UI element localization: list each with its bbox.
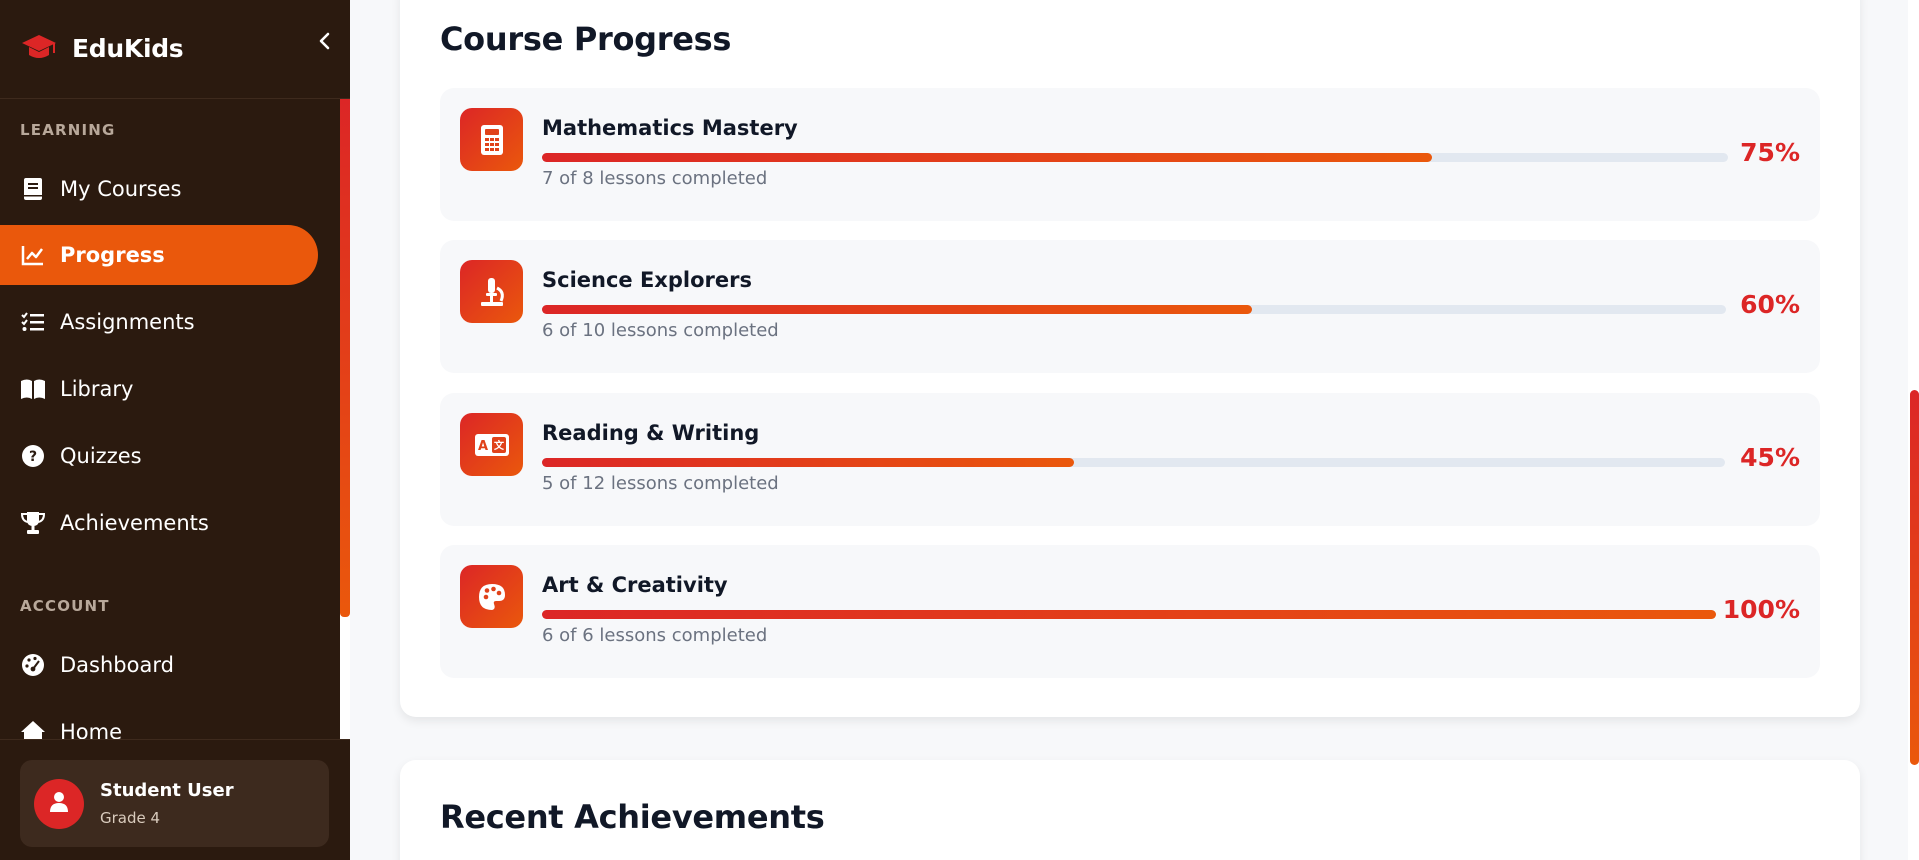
- chevron-left-icon: [318, 31, 332, 55]
- sidebar-item-label: Achievements: [60, 511, 209, 535]
- sidebar-item-quizzes[interactable]: ? Quizzes: [0, 426, 318, 486]
- recent-achievements-card: Recent Achievements: [400, 760, 1860, 860]
- section-title-account: ACCOUNT: [20, 597, 110, 615]
- sidebar-item-label: Assignments: [60, 310, 195, 334]
- brand-name: EduKids: [72, 33, 184, 63]
- sidebar-item-dashboard[interactable]: Dashboard: [0, 635, 318, 695]
- avatar: [34, 778, 84, 829]
- user-profile-card[interactable]: Student User Grade 4: [20, 760, 329, 847]
- chart-line-icon: [20, 242, 46, 268]
- collapse-sidebar-button[interactable]: [312, 30, 338, 56]
- recent-achievements-title: Recent Achievements: [440, 798, 825, 836]
- course-name: Mathematics Mastery: [542, 116, 798, 140]
- user-info: Student User Grade 4: [100, 780, 234, 827]
- course-percent: 75%: [1740, 138, 1800, 167]
- trophy-icon: [20, 510, 46, 536]
- course-row-reading[interactable]: A文 Reading & Writing 5 of 12 lessons com…: [440, 393, 1820, 526]
- progress-fill: [542, 458, 1075, 467]
- course-name: Science Explorers: [542, 268, 752, 292]
- sidebar-item-progress[interactable]: Progress: [0, 225, 318, 285]
- course-row-science[interactable]: Science Explorers 6 of 10 lessons comple…: [440, 240, 1820, 373]
- sidebar-item-my-courses[interactable]: My Courses: [0, 159, 318, 219]
- course-lessons: 6 of 6 lessons completed: [542, 625, 768, 646]
- sidebar-item-label: Quizzes: [60, 444, 142, 468]
- tasks-icon: [20, 309, 46, 335]
- user-name: Student User: [100, 780, 234, 801]
- course-name: Art & Creativity: [542, 573, 728, 597]
- progress-fill: [542, 305, 1253, 314]
- svg-text:?: ?: [29, 449, 37, 465]
- sidebar-item-label: Dashboard: [60, 653, 174, 677]
- user-icon: [49, 791, 69, 817]
- language-icon: A文: [460, 413, 523, 476]
- graduation-cap-icon: [20, 29, 58, 67]
- course-row-art[interactable]: Art & Creativity 6 of 6 lessons complete…: [440, 545, 1820, 678]
- course-lessons: 5 of 12 lessons completed: [542, 473, 779, 494]
- sidebar-nav: LEARNING My Courses Progress Assignments…: [0, 99, 350, 739]
- course-name: Reading & Writing: [542, 421, 760, 445]
- svg-text:文: 文: [494, 439, 505, 452]
- sidebar-item-label: My Courses: [60, 177, 182, 201]
- brand[interactable]: EduKids: [20, 28, 184, 68]
- user-grade: Grade 4: [100, 809, 161, 827]
- question-circle-icon: ?: [20, 443, 46, 469]
- sidebar-item-label: Progress: [60, 243, 165, 267]
- sidebar-item-label: Home: [60, 720, 123, 739]
- palette-icon: [460, 565, 523, 628]
- gauge-icon: [20, 652, 46, 678]
- divider: [0, 739, 350, 740]
- course-percent: 60%: [1740, 290, 1800, 319]
- sidebar-item-assignments[interactable]: Assignments: [0, 292, 318, 352]
- course-progress-card: Course Progress Mathematics Mastery 7 of…: [400, 0, 1860, 717]
- course-percent: 45%: [1740, 443, 1800, 472]
- progress-fill: [542, 610, 1716, 619]
- course-progress-title: Course Progress: [440, 20, 732, 58]
- calculator-icon: [460, 108, 523, 171]
- microscope-icon: [460, 260, 523, 323]
- sidebar-item-home[interactable]: Home: [0, 702, 318, 739]
- svg-text:A: A: [477, 439, 487, 454]
- progress-bar: [542, 305, 1726, 314]
- sidebar-scrollbar-thumb[interactable]: [340, 99, 350, 617]
- sidebar-item-achievements[interactable]: Achievements: [0, 493, 318, 553]
- progress-bar: [542, 458, 1725, 467]
- section-title-learning: LEARNING: [20, 121, 116, 139]
- sidebar-item-library[interactable]: Library: [0, 359, 318, 419]
- course-lessons: 6 of 10 lessons completed: [542, 320, 779, 341]
- page-scrollbar-thumb[interactable]: [1910, 390, 1919, 765]
- home-icon: [20, 719, 46, 739]
- sidebar: EduKids LEARNING My Courses Progress Ass…: [0, 0, 350, 860]
- progress-bar: [542, 153, 1728, 162]
- course-row-mathematics[interactable]: Mathematics Mastery 7 of 8 lessons compl…: [440, 88, 1820, 221]
- course-percent: 100%: [1722, 595, 1800, 624]
- progress-fill: [542, 153, 1432, 162]
- course-lessons: 7 of 8 lessons completed: [542, 168, 768, 189]
- sidebar-item-label: Library: [60, 377, 134, 401]
- progress-bar: [542, 610, 1716, 619]
- open-book-icon: [20, 376, 46, 402]
- book-icon: [20, 176, 46, 202]
